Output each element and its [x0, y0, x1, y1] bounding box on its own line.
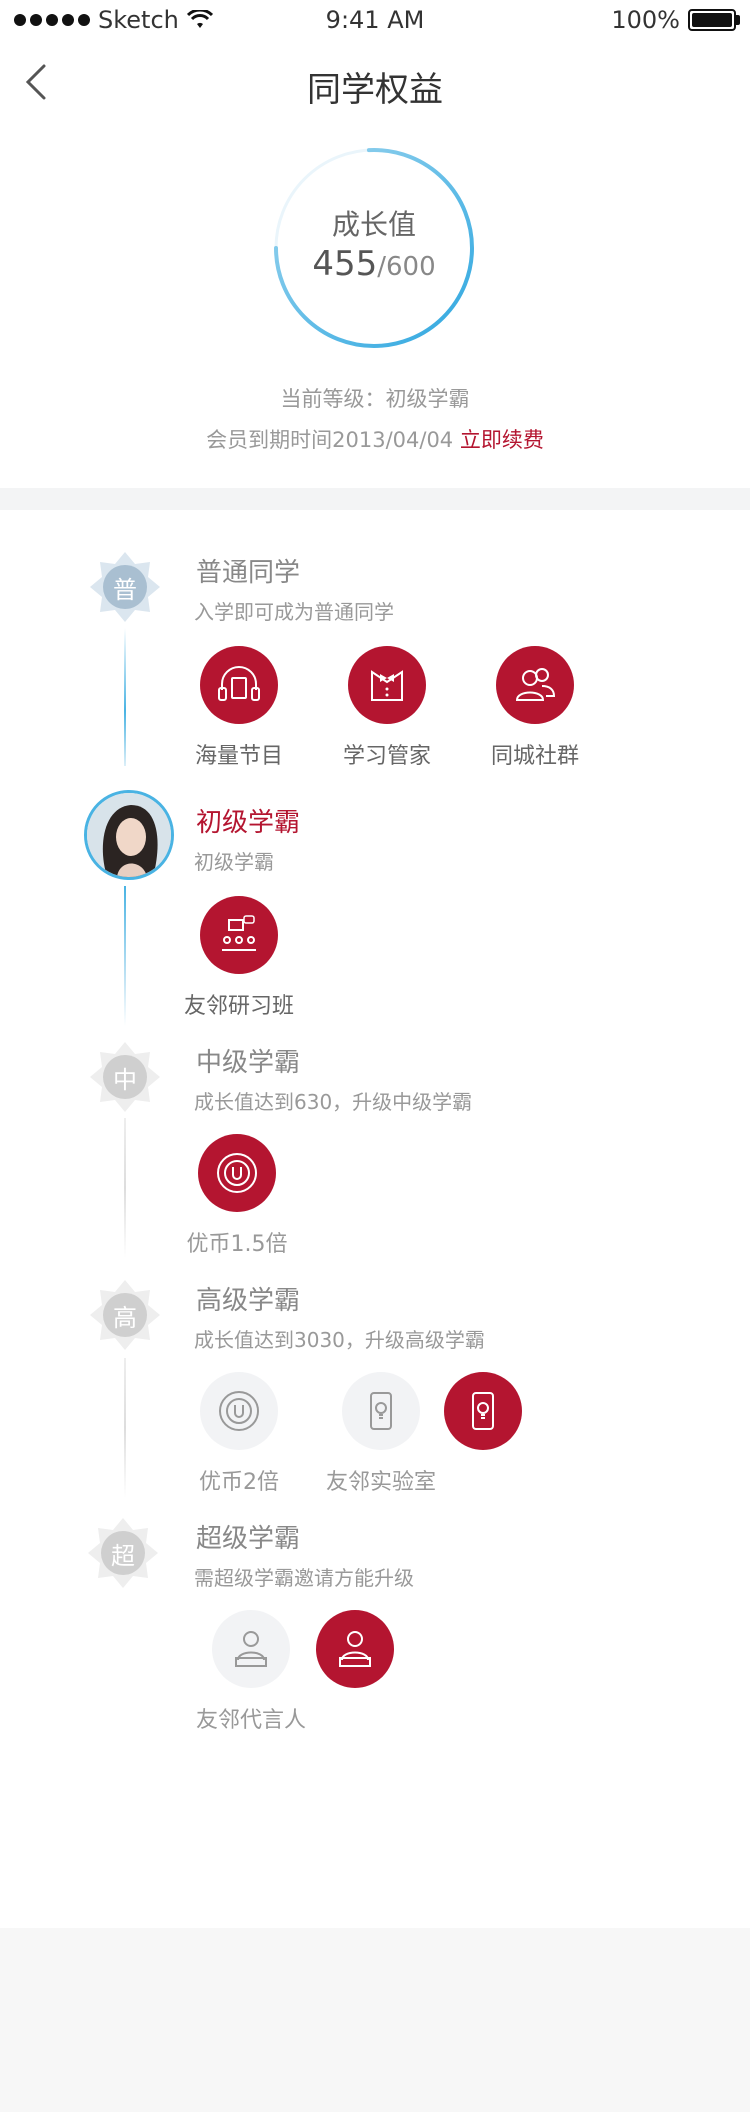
badge-label: 高	[113, 1303, 137, 1332]
timeline-line	[124, 886, 126, 1026]
timeline-line	[124, 1118, 126, 1258]
perk-label: 优币1.5倍	[186, 1232, 288, 1257]
page-title: 同学权益	[307, 70, 443, 110]
badge-label: 超	[111, 1541, 135, 1570]
butler-bowtie-icon	[348, 646, 426, 724]
level-subtitle: 需超级学霸邀请方能升级	[194, 1566, 414, 1590]
speaker-person-icon	[212, 1610, 290, 1688]
growth-total: /600	[377, 252, 436, 282]
status-bar: Sketch 9:41 AM 100%	[0, 0, 750, 44]
timeline-line	[124, 628, 126, 766]
battery-percent: 100%	[611, 6, 680, 34]
perk-item[interactable]	[408, 1372, 558, 1464]
status-right: 100%	[611, 6, 740, 34]
perk-label: 学习管家	[342, 744, 431, 769]
perk-item[interactable]: 优币2倍	[164, 1372, 314, 1496]
level-subtitle: 成长值达到3030，升级高级学霸	[194, 1328, 485, 1352]
membership-expire: 会员到期时间2013/04/04 立即续费	[0, 424, 750, 454]
level-title: 超级学霸	[196, 1524, 301, 1554]
level-subtitle: 初级学霸	[194, 850, 274, 874]
avatar-image	[87, 793, 171, 877]
growth-label: 成长值	[331, 208, 416, 241]
perk-item[interactable]: 优币1.5倍	[162, 1134, 312, 1258]
level-badge: 高	[90, 1280, 160, 1350]
group-people-icon	[496, 646, 574, 724]
speaker-person-icon	[316, 1610, 394, 1688]
level-title: 中级学霸	[196, 1048, 301, 1078]
section-divider	[0, 488, 750, 510]
perk-label: 同城社群	[490, 744, 579, 769]
battery-icon	[688, 9, 740, 31]
level-subtitle: 入学即可成为普通同学	[194, 600, 394, 624]
level-title: 高级学霸	[196, 1286, 301, 1316]
perk-item[interactable]: 海量节目	[164, 646, 314, 770]
growth-current: 455	[312, 244, 378, 284]
perk-label: 友邻研习班	[183, 994, 294, 1019]
avatar	[84, 790, 174, 880]
tablet-bulb-icon	[444, 1372, 522, 1450]
level-title: 初级学霸	[196, 808, 301, 838]
level-title: 普通同学	[196, 558, 301, 588]
expire-text: 会员到期时间2013/04/04	[206, 428, 454, 452]
coin-u-icon	[198, 1134, 276, 1212]
badge-label: 中	[113, 1065, 137, 1094]
timeline-line	[124, 1358, 126, 1498]
perk-item[interactable]: 学习管家	[312, 646, 462, 770]
headphones-book-icon	[200, 646, 278, 724]
growth-value: 455/600	[272, 244, 476, 284]
perk-label: 友邻实验室	[325, 1470, 436, 1495]
bottom-area	[0, 1928, 750, 2112]
perk-item[interactable]: 同城社群	[460, 646, 610, 770]
level-subtitle: 成长值达到630，升级中级学霸	[194, 1090, 473, 1114]
coin-u-icon	[200, 1372, 278, 1450]
perk-item[interactable]: 友邻研习班	[164, 896, 314, 1020]
perk-item[interactable]	[280, 1610, 430, 1702]
current-level: 当前等级：初级学霸	[280, 387, 470, 411]
classroom-icon	[200, 896, 278, 974]
renew-link[interactable]: 立即续费	[460, 428, 544, 452]
level-badge: 超	[88, 1518, 158, 1588]
level-badge: 普	[90, 552, 160, 622]
perk-label: 优币2倍	[199, 1470, 279, 1495]
perk-label: 海量节目	[194, 744, 283, 769]
level-badge: 中	[90, 1042, 160, 1112]
perk-label: 友邻代言人	[195, 1708, 306, 1733]
badge-label: 普	[113, 575, 137, 604]
